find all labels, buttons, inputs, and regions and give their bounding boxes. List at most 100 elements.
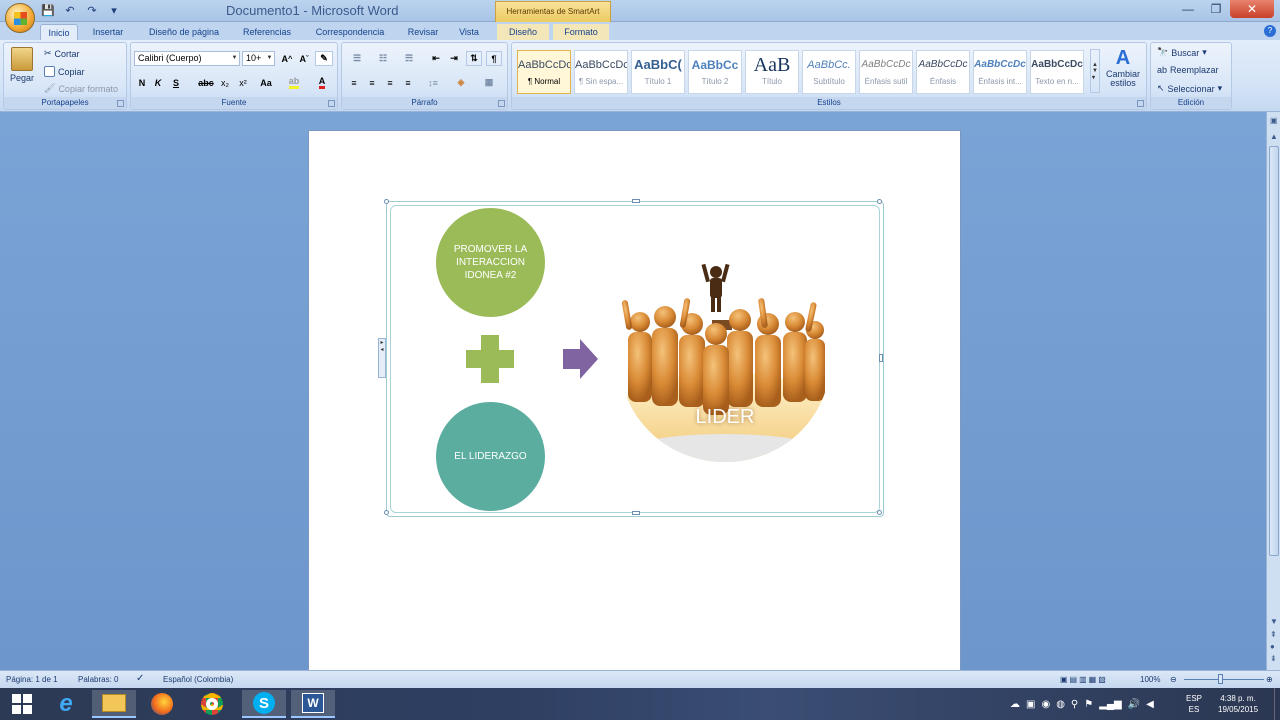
style-titulo[interactable]: AaB Título [745, 50, 799, 94]
cloud-icon[interactable]: ☁ [1010, 699, 1020, 710]
app-tray-icon[interactable]: ▣ [1026, 699, 1035, 710]
previous-page-icon[interactable]: ⇞ [1270, 630, 1277, 639]
office-button[interactable] [5, 3, 35, 33]
scroll-up-icon[interactable]: ▲ [1270, 132, 1278, 141]
style-enfasis[interactable]: AaBbCcDc Énfasis [916, 50, 970, 94]
bullets-icon[interactable]: ☰ [346, 51, 368, 66]
usb-icon[interactable]: ⚲ [1071, 699, 1078, 710]
change-case-button[interactable]: Aa [255, 75, 277, 90]
font-size-combo[interactable]: 10+ ▼ [242, 51, 275, 66]
shading-icon[interactable]: ◈ [450, 75, 472, 90]
speaker-alert-icon[interactable]: ◀ [1146, 699, 1154, 710]
view-buttons[interactable]: ▣▤▥▦▧ [1060, 675, 1108, 684]
customize-qat-icon[interactable]: ▾ [106, 3, 122, 18]
tab-insertar[interactable]: Insertar [86, 24, 130, 40]
style-texto-negrita[interactable]: AaBbCcDc Texto en n... [1030, 50, 1084, 94]
line-spacing-icon[interactable]: ↕≡ [422, 75, 444, 90]
align-center-icon[interactable]: ≡ [364, 75, 380, 90]
word-count[interactable]: Palabras: 0 [78, 675, 118, 684]
sort-icon[interactable]: ⇅ [466, 51, 482, 66]
borders-icon[interactable]: ▦ [478, 75, 500, 90]
styles-launcher[interactable] [1137, 100, 1144, 107]
replace-button[interactable]: ab Reemplazar [1157, 65, 1219, 75]
tab-diseno[interactable]: Diseño [497, 24, 549, 40]
tab-referencias[interactable]: Referencias [236, 24, 298, 40]
shrink-font-button[interactable]: Aˇ [297, 51, 311, 66]
smartart-circle-2[interactable]: EL LIDERAZGO [436, 402, 545, 511]
bold-button[interactable]: N [135, 75, 149, 90]
zoom-in-icon[interactable]: ⊕ [1266, 675, 1273, 684]
redo-icon[interactable]: ↷ [84, 3, 100, 18]
font-color-button[interactable]: A [311, 75, 333, 90]
style-titulo-2[interactable]: AaBbCc Título 2 [688, 50, 742, 94]
superscript-button[interactable]: x² [235, 75, 251, 90]
next-page-icon[interactable]: ⇟ [1270, 654, 1277, 663]
tab-diseno-pagina[interactable]: Diseño de página [140, 24, 228, 40]
chrome-icon[interactable] [190, 690, 234, 718]
tab-inicio[interactable]: Inicio [40, 24, 78, 40]
resize-handle[interactable] [877, 510, 882, 515]
italic-button[interactable]: K [151, 75, 165, 90]
sync-icon[interactable]: ◍ [1056, 699, 1065, 710]
format-painter-button[interactable]: 🖌 Copiar formato [44, 83, 118, 94]
grow-font-button[interactable]: A ^ [279, 51, 295, 66]
smartart-circle-1[interactable]: PROMOVER LA INTERACCION IDONEA #2 [436, 208, 545, 317]
windows-start-icon[interactable] [0, 690, 44, 718]
resize-handle[interactable] [632, 199, 640, 203]
system-tray-icons[interactable]: ☁ ▣ ◉ ◍ ⚲ ⚑ ▂▄▆ 🔊 ◀ [1010, 688, 1154, 720]
scroll-thumb[interactable] [1269, 146, 1279, 556]
resize-handle[interactable] [384, 510, 389, 515]
change-styles-button[interactable]: A Cambiar estilos [1104, 47, 1142, 88]
tab-revisar[interactable]: Revisar [402, 24, 444, 40]
pilcrow-icon[interactable]: ¶ [486, 51, 502, 66]
align-left-icon[interactable]: ≡ [346, 75, 362, 90]
tab-formato[interactable]: Formato [553, 24, 609, 40]
resize-handle[interactable] [384, 199, 389, 204]
zoom-slider-thumb[interactable] [1218, 674, 1223, 684]
resize-handle[interactable] [879, 354, 883, 362]
clock[interactable]: 4:38 p. m. 19/05/2015 [1218, 688, 1258, 720]
font-launcher[interactable] [328, 100, 335, 107]
style-titulo-1[interactable]: AaBbC(Título 1 [631, 50, 685, 94]
volume-icon[interactable]: 🔊 [1128, 699, 1140, 710]
minimize-button[interactable]: — [1174, 0, 1202, 18]
clipboard-launcher[interactable] [117, 100, 124, 107]
find-button[interactable]: 🔭 Buscar ▾ [1157, 47, 1207, 58]
norton-icon[interactable]: ◉ [1041, 699, 1050, 710]
restore-button[interactable]: ❐ [1202, 0, 1230, 18]
clear-format-button[interactable]: ✎ [315, 51, 333, 66]
page-indicator[interactable]: Página: 1 de 1 [6, 675, 58, 684]
close-button[interactable]: ✕ [1230, 0, 1274, 18]
word-icon[interactable]: W [291, 690, 335, 718]
plus-shape[interactable] [466, 335, 514, 383]
justify-icon[interactable]: ≡ [400, 75, 416, 90]
style-sin-espaciado[interactable]: AaBbCcDc ¶ Sin espa... [574, 50, 628, 94]
flag-icon[interactable]: ⚑ [1084, 699, 1093, 710]
style-normal[interactable]: AaBbCcDc ¶ Normal [517, 50, 571, 94]
scroll-down-icon[interactable]: ▼ [1270, 617, 1278, 626]
language-indicator[interactable]: Español (Colombia) [163, 675, 233, 684]
show-desktop-button[interactable] [1274, 688, 1280, 720]
text-pane-toggle[interactable]: ▸ ◂ [378, 338, 386, 378]
paste-button[interactable]: Pegar [10, 47, 34, 83]
undo-icon[interactable]: ↶ [62, 3, 78, 18]
zoom-level[interactable]: 100% [1140, 675, 1160, 684]
browse-object-icon[interactable]: ● [1270, 642, 1275, 651]
style-enfasis-sutil[interactable]: AaBbCcDc Énfasis sutil [859, 50, 913, 94]
tab-correspondencia[interactable]: Correspondencia [308, 24, 392, 40]
highlight-button[interactable]: ab [283, 75, 305, 90]
ruler-toggle-icon[interactable]: ▣ [1270, 116, 1278, 125]
select-button[interactable]: ↖ Seleccionar ▾ [1157, 83, 1222, 94]
subscript-button[interactable]: x₂ [217, 75, 233, 90]
tab-vista[interactable]: Vista [452, 24, 486, 40]
paragraph-launcher[interactable] [498, 100, 505, 107]
align-right-icon[interactable]: ≡ [382, 75, 398, 90]
decrease-indent-icon[interactable]: ⇤ [428, 51, 444, 66]
resize-handle[interactable] [877, 199, 882, 204]
language-indicator-tray[interactable]: ESP ES [1186, 688, 1202, 720]
copy-button[interactable]: Copiar [44, 66, 85, 77]
save-icon[interactable]: 💾 [40, 3, 56, 18]
underline-button[interactable]: S [169, 75, 183, 90]
style-subtitulo[interactable]: AaBbCc. Subtítulo [802, 50, 856, 94]
firefox-icon[interactable] [140, 690, 184, 718]
